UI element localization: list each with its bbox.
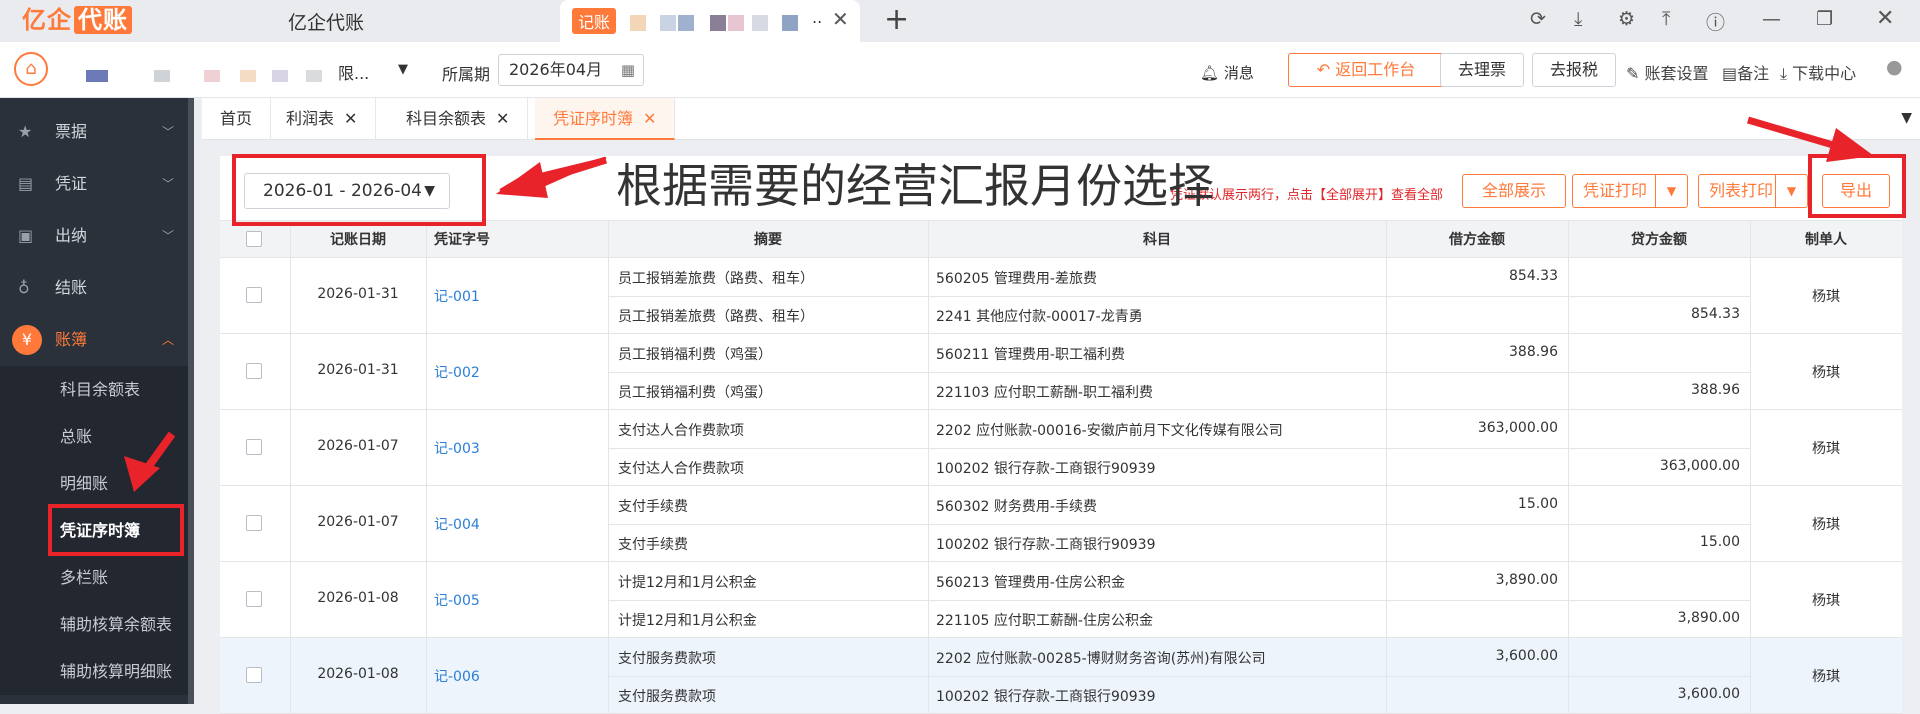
- arrow-shaft-journal: [142, 431, 176, 473]
- annotation-arrows: [124, 116, 1874, 492]
- arrow-head-date-range: [496, 162, 548, 198]
- arrow-head-export: [1826, 128, 1874, 162]
